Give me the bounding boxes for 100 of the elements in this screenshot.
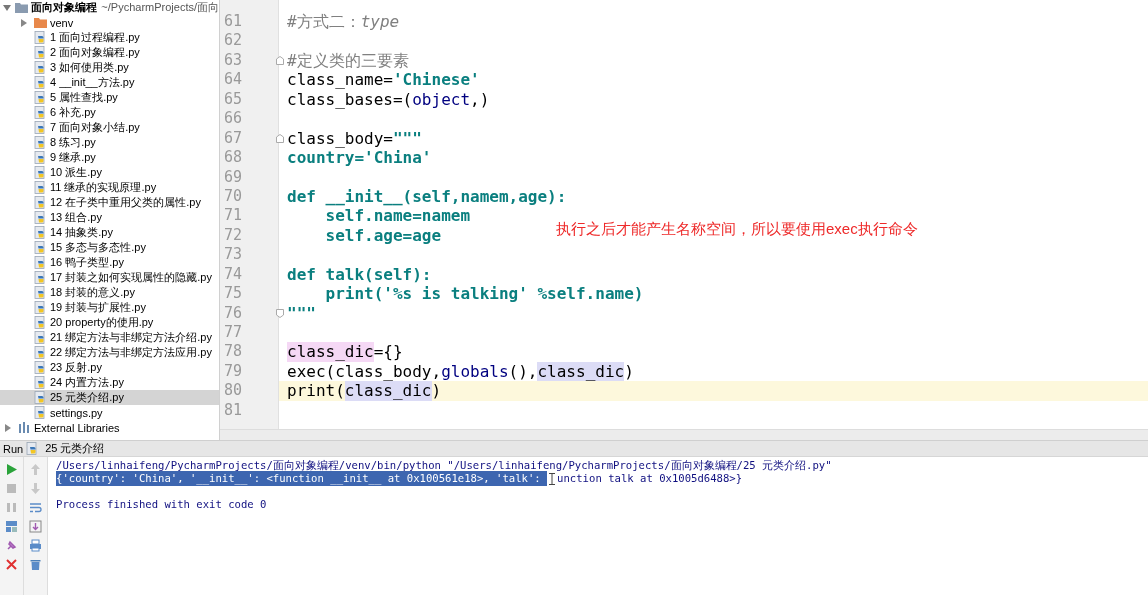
tree-item[interactable]: 2 面向对象编程.py <box>0 45 219 60</box>
horizontal-scrollbar[interactable] <box>220 429 1148 440</box>
tree-item[interactable]: 14 抽象类.py <box>0 225 219 240</box>
code-line: class_dic={} <box>287 342 403 362</box>
fold-marker-icon[interactable] <box>276 133 284 143</box>
tree-item[interactable]: 12 在子类中重用父类的属性.py <box>0 195 219 210</box>
line-number: 70 <box>223 186 244 207</box>
tree-item[interactable]: 7 面向对象小结.py <box>0 120 219 135</box>
console-output: unction talk at 0x1005d6488>} <box>557 471 743 486</box>
code-line: class_body=""" <box>287 128 422 149</box>
code-line: print('%s is talking' %self.name) <box>324 284 644 304</box>
library-icon <box>18 422 31 433</box>
line-number: 78 <box>223 342 244 362</box>
run-config-tab[interactable]: 25 元类介绍 <box>45 441 105 456</box>
tree-item[interactable]: 21 绑定方法与非绑定方法介绍.py <box>0 330 219 345</box>
python-file-icon <box>34 331 47 344</box>
tree-item[interactable]: 22 绑定方法与非绑定方法应用.py <box>0 345 219 360</box>
tree-item[interactable]: 9 继承.py <box>0 150 219 165</box>
python-file-icon <box>34 391 47 404</box>
expand-arrow-icon[interactable] <box>3 3 11 12</box>
line-number: 69 <box>223 167 244 187</box>
code-line: exec(class_body,globals(),class_dic) <box>287 361 634 382</box>
line-number: 75 <box>223 284 244 304</box>
python-file-icon <box>34 181 47 194</box>
tree-item[interactable]: 23 反射.py <box>0 360 219 375</box>
line-number: 63 <box>223 50 244 71</box>
tree-item[interactable]: venv <box>0 15 219 30</box>
python-file-icon <box>34 256 47 269</box>
line-number: 76 <box>223 303 244 323</box>
python-file-icon <box>34 121 47 134</box>
tree-item[interactable]: 24 内置方法.py <box>0 375 219 390</box>
code-line: class_bases=(object,) <box>287 89 490 110</box>
collapse-arrow-icon[interactable] <box>4 423 12 432</box>
fold-marker-icon[interactable] <box>276 308 284 318</box>
tree-item[interactable]: 8 练习.py <box>0 135 219 150</box>
tree-item[interactable]: 面向对象编程 ~/PycharmProjects/面向 <box>0 0 219 15</box>
tree-item[interactable]: 1 面向过程编程.py <box>0 30 219 45</box>
tree-item[interactable]: 15 多态与多态性.py <box>0 240 219 255</box>
python-file-icon <box>34 271 47 284</box>
line-number: 79 <box>223 361 244 382</box>
layout-icon[interactable] <box>5 520 18 533</box>
code-line: self.name=namem <box>324 206 471 226</box>
scroll-to-end-icon[interactable] <box>29 520 42 533</box>
python-file-icon <box>34 361 47 374</box>
python-file-icon <box>34 316 47 329</box>
folder-icon <box>15 2 29 13</box>
console-output: {'country': 'China', '__init__': <function __init__ at 0x100561e18>, 'talk': <box>56 471 548 486</box>
fold-marker-icon[interactable] <box>276 56 284 66</box>
run-icon[interactable] <box>5 463 18 476</box>
text-cursor-icon <box>547 472 558 485</box>
annotation-text: 执行之后才能产生名称空间，所以要使用exec执行命令 <box>556 220 918 239</box>
line-number: 73 <box>223 245 244 265</box>
python-file-icon <box>34 346 47 359</box>
pin-icon[interactable] <box>5 539 18 552</box>
python-file-icon <box>34 406 47 419</box>
tree-item[interactable]: 19 封装与扩展性.py <box>0 300 219 315</box>
python-file-icon <box>34 211 47 224</box>
tree-item[interactable]: 13 组合.py <box>0 210 219 225</box>
python-file-icon <box>34 166 47 179</box>
line-number: 80 <box>223 381 244 401</box>
tree-item[interactable]: 10 派生.py <box>0 165 219 180</box>
soft-wrap-icon[interactable] <box>29 501 42 514</box>
tree-item[interactable]: 18 封装的意义.py <box>0 285 219 300</box>
tree-item[interactable]: 20 property的使用.py <box>0 315 219 330</box>
tree-item[interactable]: 3 如何使用类.py <box>0 60 219 75</box>
code-line: country='China' <box>287 148 432 168</box>
code-line: def talk(self): <box>287 264 432 285</box>
line-number: 62 <box>223 31 244 51</box>
python-file-icon <box>34 91 47 104</box>
tree-item[interactable]: 17 封装之如何实现属性的隐藏.py <box>0 270 219 285</box>
folder-icon <box>34 17 47 28</box>
panel-title: Run <box>3 442 24 455</box>
tree-item[interactable]: 4 __init__方法.py <box>0 75 219 90</box>
python-file-icon <box>34 46 47 59</box>
tree-item[interactable]: 11 继承的实现原理.py <box>0 180 219 195</box>
python-file-icon <box>34 106 47 119</box>
tree-item[interactable]: 6 补充.py <box>0 105 219 120</box>
code-line: class_name='Chinese' <box>287 70 480 90</box>
line-number: 77 <box>223 323 244 343</box>
trash-icon[interactable] <box>29 558 42 571</box>
stop-icon[interactable] <box>5 482 18 495</box>
python-file-icon <box>34 196 47 209</box>
line-number: 71 <box>223 206 244 226</box>
tree-item[interactable]: settings.py <box>0 405 219 420</box>
tree-item[interactable]: 25 元类介绍.py <box>0 390 219 405</box>
line-number: 74 <box>223 264 244 285</box>
code-line: #方式二：type <box>287 12 400 32</box>
print-icon[interactable] <box>29 539 42 552</box>
tree-item[interactable]: 16 鸭子类型.py <box>0 255 219 270</box>
close-icon[interactable] <box>5 558 18 571</box>
tree-item[interactable]: External Libraries <box>0 420 219 435</box>
line-number: 68 <box>223 148 244 168</box>
console-output: Process finished with exit code 0 <box>56 497 267 512</box>
code-line: def __init__(self,namem,age): <box>287 186 567 207</box>
pause-icon[interactable] <box>5 501 18 514</box>
tree-item[interactable]: 5 属性查找.py <box>0 90 219 105</box>
python-file-icon <box>34 376 47 389</box>
python-file-icon <box>34 136 47 149</box>
python-file-icon <box>34 241 47 254</box>
collapse-arrow-icon[interactable] <box>20 18 28 27</box>
